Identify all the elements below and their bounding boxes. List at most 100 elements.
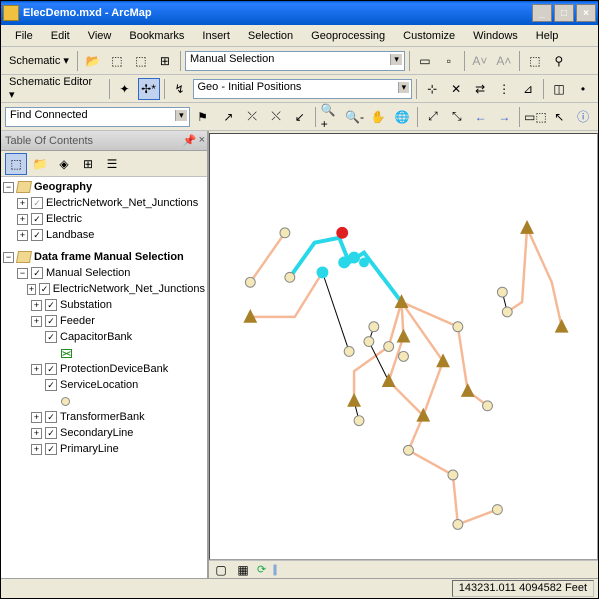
- schematic-menu[interactable]: Schematic ▾: [5, 52, 73, 69]
- toc-options-icon[interactable]: ☰: [101, 153, 123, 175]
- list-by-visibility-icon[interactable]: ◈: [53, 153, 75, 175]
- tree-label[interactable]: Electric: [46, 213, 82, 225]
- layer-checkbox[interactable]: ✓: [45, 427, 57, 439]
- menu-selection[interactable]: Selection: [240, 28, 301, 44]
- zoom-in-icon[interactable]: 🔍+: [320, 106, 342, 128]
- layout-view-icon[interactable]: ▦: [235, 562, 251, 578]
- close-button[interactable]: ×: [576, 4, 596, 22]
- expand-icon[interactable]: +: [31, 316, 42, 327]
- collapse-icon[interactable]: −: [3, 182, 14, 193]
- expand-icon[interactable]: +: [31, 444, 42, 455]
- layer-checkbox[interactable]: ✓: [31, 267, 43, 279]
- tree-node[interactable]: +✓Landbase: [3, 227, 205, 243]
- tree-label[interactable]: Substation: [60, 299, 112, 311]
- layer-checkbox[interactable]: ✓: [39, 283, 49, 295]
- tree-label[interactable]: ServiceLocation: [60, 379, 138, 391]
- align-nodes-icon[interactable]: ⊹: [421, 78, 443, 100]
- layout-task-icon[interactable]: ↯: [169, 78, 191, 100]
- menu-windows[interactable]: Windows: [465, 28, 526, 44]
- layer-checkbox[interactable]: ✓: [45, 315, 57, 327]
- tree-label[interactable]: Feeder: [60, 315, 95, 327]
- collapse-icon[interactable]: −: [3, 252, 14, 263]
- expand-icon[interactable]: +: [17, 230, 28, 241]
- select-features-icon[interactable]: ▭⬚: [524, 106, 546, 128]
- menu-file[interactable]: File: [7, 28, 41, 44]
- minimize-button[interactable]: _: [532, 4, 552, 22]
- tree-label[interactable]: PrimaryLine: [60, 443, 119, 455]
- trace-clear-icon[interactable]: ⤬: [265, 106, 287, 128]
- tree-label[interactable]: TransformerBank: [60, 411, 145, 423]
- rotate-tree-icon[interactable]: ✕: [445, 78, 467, 100]
- identify-icon[interactable]: ⓘ: [572, 106, 594, 128]
- expand-icon[interactable]: +: [31, 412, 42, 423]
- layer-checkbox[interactable]: ✓: [45, 411, 57, 423]
- tree-label[interactable]: ProtectionDeviceBank: [60, 363, 168, 375]
- expand-icon[interactable]: +: [17, 214, 28, 225]
- expand-icon[interactable]: +: [31, 364, 42, 375]
- tree-node[interactable]: ✓ServiceLocation: [3, 377, 205, 393]
- pan-icon[interactable]: ✋: [367, 106, 389, 128]
- tree-label[interactable]: SecondaryLine: [60, 427, 133, 439]
- trace-barrier-icon[interactable]: ⤫: [241, 106, 263, 128]
- generate-diagram-icon[interactable]: ⬚: [106, 50, 128, 72]
- tree-node[interactable]: +✓Feeder: [3, 313, 205, 329]
- maximize-button[interactable]: □: [554, 4, 574, 22]
- menu-insert[interactable]: Insert: [194, 28, 238, 44]
- refresh-view-icon[interactable]: ⟳: [257, 563, 266, 576]
- tree-label[interactable]: Manual Selection: [46, 267, 130, 279]
- list-by-source-icon[interactable]: 📁: [29, 153, 51, 175]
- tree-node[interactable]: +✓Substation: [3, 297, 205, 313]
- tree-label[interactable]: Data frame Manual Selection: [34, 251, 184, 263]
- tree-node[interactable]: −✓Manual Selection: [3, 265, 205, 281]
- tree-node[interactable]: +✓ProtectionDeviceBank: [3, 361, 205, 377]
- tree-label[interactable]: Landbase: [46, 229, 94, 241]
- schematic-layer-select[interactable]: Manual Selection: [185, 51, 405, 71]
- open-diagram-icon[interactable]: 📂: [82, 50, 104, 72]
- select-elements-icon[interactable]: ↖: [548, 106, 570, 128]
- tree-label[interactable]: ElectricNetwork_Net_Junctions: [46, 197, 198, 209]
- tree-node[interactable]: +✓Electric: [3, 211, 205, 227]
- mark-crossings-icon[interactable]: ◫: [548, 78, 570, 100]
- solve-icon[interactable]: ⚑: [192, 106, 214, 128]
- restore-icon[interactable]: ⬚: [524, 50, 546, 72]
- expand-icon[interactable]: +: [31, 428, 42, 439]
- map-canvas[interactable]: [209, 133, 598, 560]
- search-diagram-icon[interactable]: ⚲: [548, 50, 570, 72]
- menu-customize[interactable]: Customize: [395, 28, 463, 44]
- tree-node[interactable]: +✓ElectricNetwork_Net_Junctions: [3, 195, 205, 211]
- tree-label[interactable]: ElectricNetwork_Net_Junctions: [53, 283, 205, 295]
- trace-task-select[interactable]: Find Connected: [5, 107, 190, 127]
- expand-icon[interactable]: +: [17, 198, 28, 209]
- menu-help[interactable]: Help: [528, 28, 567, 44]
- fixed-zoom-out-icon[interactable]: ⤡: [446, 106, 468, 128]
- save-edits-icon[interactable]: ⊞: [154, 50, 176, 72]
- tree-label[interactable]: Geography: [34, 181, 92, 193]
- tree-node[interactable]: ✓CapacitorBank: [3, 329, 205, 345]
- layer-tree[interactable]: −Geography+✓ElectricNetwork_Net_Junction…: [1, 177, 207, 578]
- tree-node[interactable]: +✓TransformerBank: [3, 409, 205, 425]
- list-by-drawing-icon[interactable]: ⬚: [5, 153, 27, 175]
- bypass-nodes-icon[interactable]: ⇄: [469, 78, 491, 100]
- layer-checkbox[interactable]: ✓: [31, 197, 43, 209]
- tree-node[interactable]: − Data frame Manual Selection: [3, 249, 205, 265]
- forward-extent-icon[interactable]: →: [494, 106, 516, 128]
- trace-results-icon[interactable]: ↙: [289, 106, 311, 128]
- layer-checkbox[interactable]: ✓: [31, 213, 43, 225]
- list-by-selection-icon[interactable]: ⊞: [77, 153, 99, 175]
- menu-geoprocessing[interactable]: Geoprocessing: [303, 28, 393, 44]
- layer-checkbox[interactable]: ✓: [45, 331, 57, 343]
- decrease-symbol-icon[interactable]: ▫: [438, 50, 460, 72]
- tree-node[interactable]: +✓ElectricNetwork_Net_Junctions: [3, 281, 205, 297]
- reduce-nodes-icon[interactable]: ⋮: [493, 78, 515, 100]
- update-diagram-icon[interactable]: ⬚: [130, 50, 152, 72]
- toc-pin-icon[interactable]: 📌: [183, 134, 197, 147]
- trace-flag-icon[interactable]: ↗: [217, 106, 239, 128]
- tree-node[interactable]: +✓PrimaryLine: [3, 441, 205, 457]
- remove-crossings-icon[interactable]: •: [572, 78, 594, 100]
- tree-node[interactable]: − Geography: [3, 179, 205, 195]
- layer-checkbox[interactable]: ✓: [45, 299, 57, 311]
- select-move-icon[interactable]: ✢*: [138, 78, 160, 100]
- zoom-out-icon[interactable]: 🔍-: [344, 106, 366, 128]
- layer-checkbox[interactable]: ✓: [45, 443, 57, 455]
- full-extent-icon[interactable]: 🌐: [391, 106, 413, 128]
